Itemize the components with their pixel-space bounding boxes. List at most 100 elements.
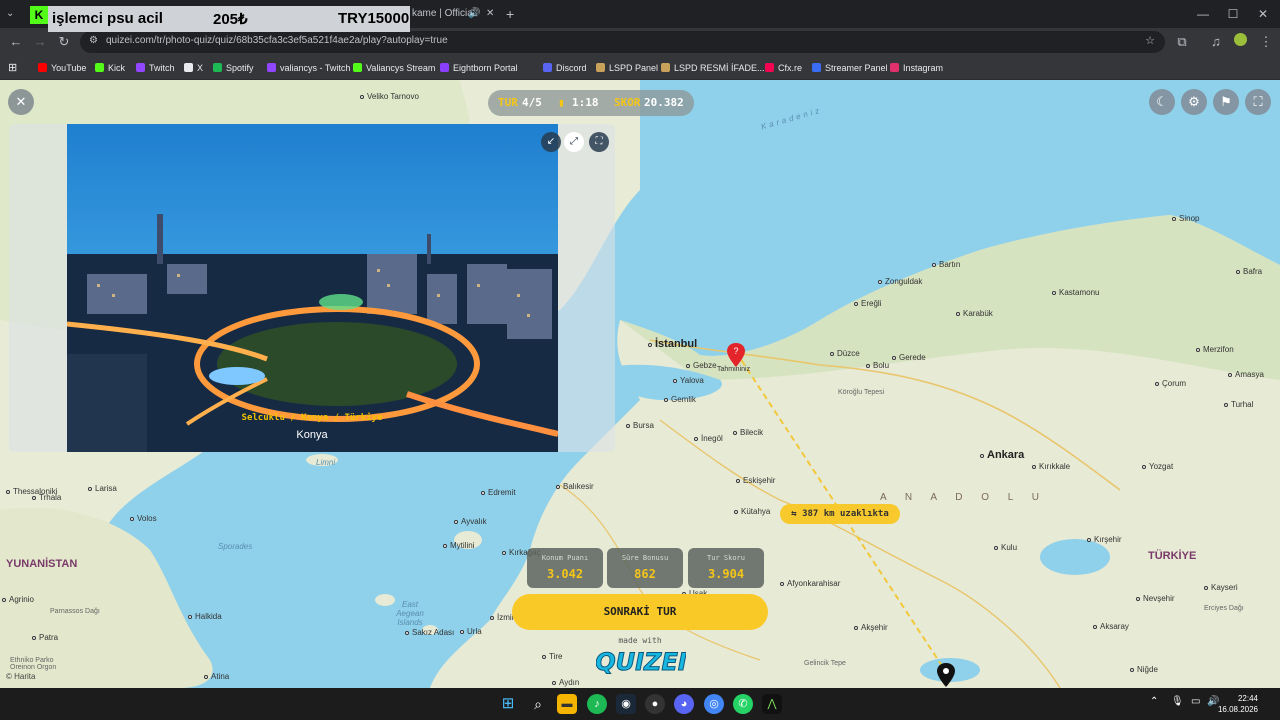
- file-explorer-icon[interactable]: ▬: [557, 694, 577, 714]
- city-dot-icon: [1142, 465, 1146, 469]
- tray-chevron-icon[interactable]: ⌃: [1150, 696, 1158, 707]
- city-name: Kulu: [1001, 543, 1018, 552]
- city-name: Edremit: [488, 488, 516, 497]
- sea-label: Limni: [316, 458, 336, 467]
- tab-list-chevron-icon[interactable]: ⌄: [6, 4, 20, 24]
- reload-icon[interactable]: ↻: [54, 32, 74, 52]
- city-dot-icon: [130, 517, 134, 521]
- extensions-icon[interactable]: ⧉: [1172, 32, 1192, 52]
- bookmark-item[interactable]: valiancys - Twitch: [267, 60, 350, 76]
- back-arrow-icon[interactable]: ←: [6, 32, 26, 52]
- city-name: Gemlik: [671, 395, 696, 404]
- windows-taskbar: ⊞ ⌕ ▬ ♪ ◉ ● ◕ ◎ ✆ ⋀ ⌃ 🎙 ▭ 🔊 22:44 16.08.…: [0, 688, 1280, 720]
- fullscreen-icon[interactable]: ⛶: [1245, 89, 1271, 115]
- city-label: Trhala: [32, 493, 61, 502]
- forward-arrow-icon[interactable]: →: [30, 32, 50, 52]
- maximize-button[interactable]: ☐: [1218, 4, 1248, 24]
- city-label: Çorum: [1155, 379, 1186, 388]
- collapse-icon[interactable]: ↙: [541, 132, 561, 152]
- minimize-button[interactable]: —: [1188, 4, 1218, 24]
- city-name: Aksaray: [1100, 622, 1129, 631]
- chrome-icon[interactable]: ◎: [704, 694, 724, 714]
- settings-gear-icon[interactable]: ⚙: [1181, 89, 1207, 115]
- bookmark-item[interactable]: Instagram: [890, 60, 943, 76]
- city-dot-icon: [626, 424, 630, 428]
- bookmark-favicon-icon: [440, 63, 449, 72]
- score-card-round: Tur Skoru 3.904: [688, 548, 764, 588]
- bookmark-favicon-icon: [267, 63, 276, 72]
- microphone-icon[interactable]: 🎙: [1171, 696, 1184, 707]
- bookmark-item[interactable]: Valiancys Stream: [353, 60, 435, 76]
- city-name: Akşehir: [861, 623, 888, 632]
- close-window-button[interactable]: ✕: [1248, 4, 1278, 24]
- actual-location-marker-icon: [937, 663, 955, 687]
- address-bar[interactable]: ⚙ quizei.com/tr/photo-quiz/quiz/68b35cfa…: [80, 31, 1165, 53]
- city-dot-icon: [556, 485, 560, 489]
- city-dot-icon: [780, 582, 784, 586]
- bookmark-item[interactable]: Streamer Panel: [812, 60, 888, 76]
- search-icon[interactable]: ⌕: [528, 694, 548, 714]
- svg-text:QUIZEI: QUIZEI: [596, 648, 686, 676]
- city-label: Yozgat: [1142, 462, 1173, 471]
- bookmark-item[interactable]: Eightborn Portal: [440, 60, 518, 76]
- site-info-icon[interactable]: ⚙: [89, 35, 98, 46]
- profile-avatar[interactable]: [1230, 32, 1250, 52]
- city-label: Edremit: [481, 488, 516, 497]
- bookmark-star-icon[interactable]: ☆: [1145, 34, 1155, 47]
- bookmark-item[interactable]: X: [184, 60, 203, 76]
- spotify-icon[interactable]: ♪: [587, 694, 607, 714]
- city-label: Gerede: [892, 353, 926, 362]
- bookmark-label: Spotify: [226, 63, 254, 73]
- bookmark-item[interactable]: Cfx.re: [765, 60, 802, 76]
- dark-mode-moon-icon[interactable]: ☾: [1149, 89, 1175, 115]
- city-dot-icon: [204, 675, 208, 679]
- city-label: Aydın: [552, 678, 579, 687]
- tab-close-icon[interactable]: ✕: [486, 4, 496, 24]
- bookmark-favicon-icon: [38, 63, 47, 72]
- city-dot-icon: [6, 490, 10, 494]
- bookmark-item[interactable]: Kick: [95, 60, 125, 76]
- city-label: Zonguldak: [878, 277, 922, 286]
- windows-start-icon[interactable]: ⊞: [498, 694, 518, 714]
- new-tab-button[interactable]: +: [506, 4, 518, 24]
- map-view[interactable]: Karadeniz A N A D O L U TÜRKİYE YUNANİST…: [0, 80, 1280, 688]
- app-icon[interactable]: ⋀: [762, 694, 782, 714]
- whatsapp-icon[interactable]: ✆: [733, 694, 753, 714]
- landmark-label: Gelincik Tepe: [804, 660, 846, 667]
- bookmark-item[interactable]: Discord: [543, 60, 587, 76]
- bookmark-item[interactable]: Twitch: [136, 60, 175, 76]
- city-name: Niğde: [1137, 665, 1158, 674]
- clock[interactable]: 22:44 16.08.2026: [1218, 693, 1258, 715]
- bookmark-favicon-icon: [95, 63, 104, 72]
- sea-label: Sporades: [218, 542, 253, 551]
- score-card-label: Süre Bonusu: [621, 554, 669, 562]
- bookmark-label: Valiancys Stream: [366, 63, 436, 73]
- discord-icon[interactable]: ◕: [674, 694, 694, 714]
- bookmarks-bar: ⊞ YouTube Kick Twitch X Spotify valiancys - T…: [0, 56, 1280, 80]
- city-name: Ankara: [987, 449, 1025, 461]
- bookmark-item[interactable]: YouTube: [38, 60, 86, 76]
- media-controls-icon[interactable]: ♫: [1206, 32, 1226, 52]
- fullscreen-photo-icon[interactable]: ⛶: [589, 132, 609, 152]
- location-photo[interactable]: [67, 124, 558, 452]
- obs-icon[interactable]: ●: [645, 694, 665, 714]
- close-icon[interactable]: ✕: [8, 89, 34, 115]
- next-round-button[interactable]: SONRAKİ TUR: [512, 594, 768, 630]
- bookmark-favicon-icon: [136, 63, 145, 72]
- apps-grid-icon[interactable]: ⊞: [8, 60, 17, 76]
- tab-title[interactable]: kame | Official: [412, 4, 492, 24]
- bookmark-item[interactable]: LSPD RESMİ İFADE...: [661, 60, 765, 76]
- audio-icon[interactable]: 🔊: [468, 4, 480, 24]
- network-icon[interactable]: ▭: [1191, 696, 1200, 707]
- steam-icon[interactable]: ◉: [616, 694, 636, 714]
- menu-kebab-icon[interactable]: ⋮: [1256, 32, 1276, 52]
- city-name: Tire: [549, 652, 563, 661]
- city-dot-icon: [443, 544, 447, 548]
- city-dot-icon: [878, 280, 882, 284]
- report-flag-icon[interactable]: ⚑: [1213, 89, 1239, 115]
- expand-icon[interactable]: ⤢: [564, 132, 584, 152]
- quizei-logo[interactable]: QUIZEI: [596, 646, 686, 677]
- city-label: Ankara: [980, 449, 1024, 461]
- bookmark-item[interactable]: Spotify: [213, 60, 254, 76]
- bookmark-item[interactable]: LSPD Panel: [596, 60, 658, 76]
